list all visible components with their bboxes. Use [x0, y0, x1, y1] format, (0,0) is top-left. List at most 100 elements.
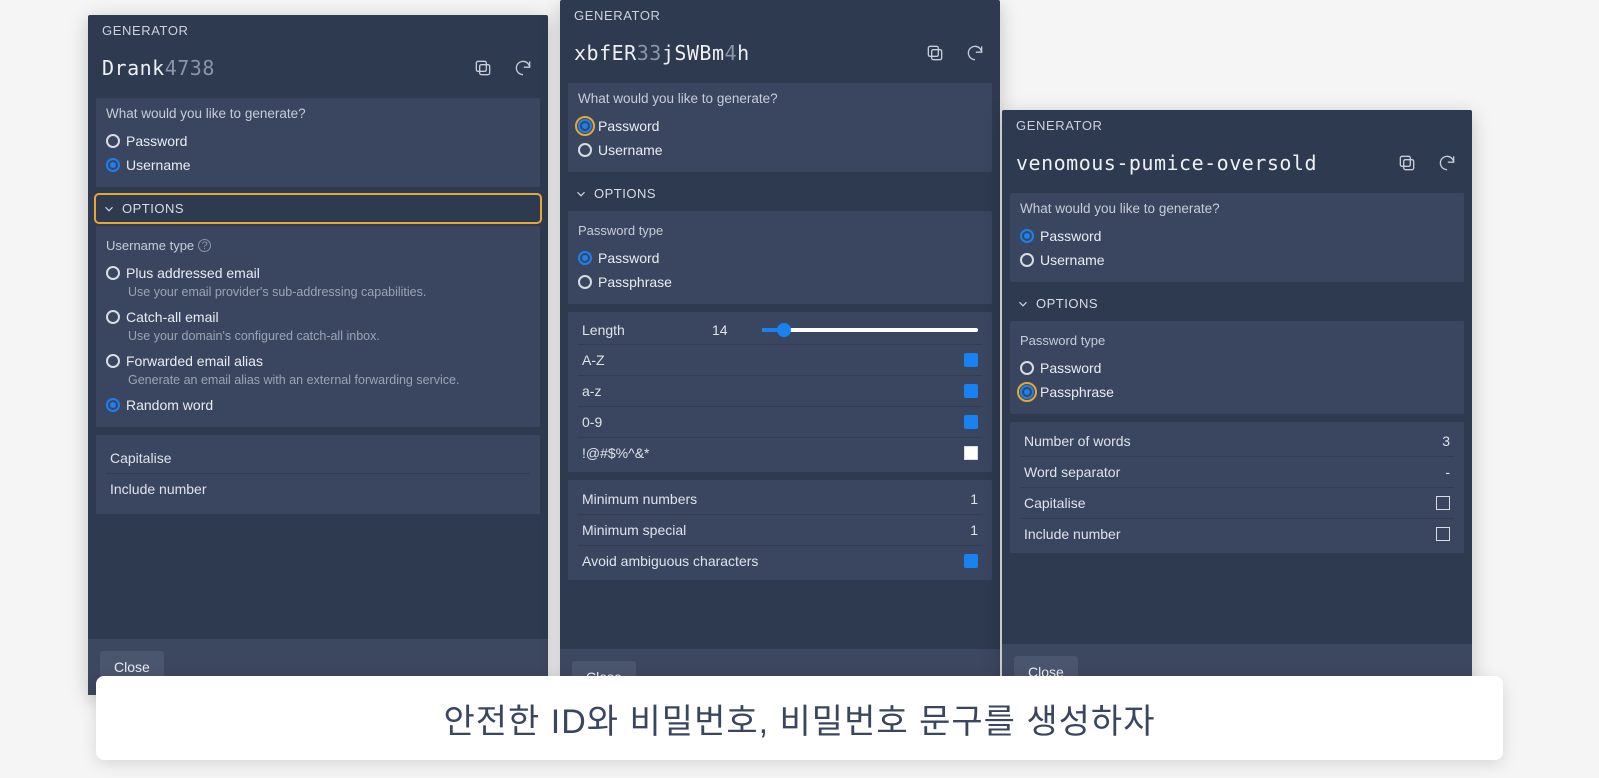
- radio-icon: [106, 354, 120, 368]
- radio-label: Username: [598, 142, 663, 158]
- radio-icon: [578, 251, 592, 265]
- generator-panel-password: GENERATOR xbfER33jSWBm4h What would you …: [560, 0, 1000, 705]
- radio-catchall[interactable]: Catch-all email: [106, 305, 530, 329]
- options-label: OPTIONS: [1036, 296, 1098, 311]
- prop-include-number[interactable]: Include number: [106, 474, 530, 504]
- separator-value: -: [1434, 464, 1450, 480]
- radio-icon: [1020, 253, 1034, 267]
- radio-username[interactable]: Username: [106, 153, 530, 177]
- charset-num[interactable]: 0-9: [578, 407, 982, 438]
- generated-row: xbfER33jSWBm4h: [560, 27, 1000, 83]
- radio-label: Forwarded email alias: [126, 353, 263, 369]
- generated-value: Drank4738: [102, 56, 215, 80]
- charset-upper[interactable]: A-Z: [578, 345, 982, 376]
- radio-plus-email[interactable]: Plus addressed email: [106, 261, 530, 285]
- radio-icon: [1020, 361, 1034, 375]
- generator-panel-passphrase: GENERATOR venomous-pumice-oversold What …: [1002, 110, 1472, 700]
- caption-text: 안전한 ID와 비밀번호, 비밀번호 문구를 생성하자: [444, 694, 1156, 743]
- radio-label: Password: [598, 118, 659, 134]
- capitalise-row[interactable]: Capitalise: [1020, 488, 1454, 519]
- radio-username[interactable]: Username: [578, 138, 982, 162]
- separator-row[interactable]: Word separator -: [1020, 457, 1454, 488]
- refresh-icon[interactable]: [964, 42, 986, 64]
- radio-label: Username: [1040, 252, 1105, 268]
- options-toggle[interactable]: OPTIONS: [568, 180, 992, 207]
- include-number-row[interactable]: Include number: [1020, 519, 1454, 549]
- copy-icon[interactable]: [472, 57, 494, 79]
- generated-row: venomous-pumice-oversold: [1002, 137, 1472, 193]
- password-type-label: Password type: [1020, 333, 1454, 348]
- charset-special[interactable]: !@#$%^&*: [578, 438, 982, 468]
- length-row[interactable]: Length 14: [578, 316, 982, 345]
- min-special-value: 1: [962, 522, 978, 538]
- checkbox-icon: [964, 446, 978, 460]
- radio-icon: [106, 134, 120, 148]
- radio-desc: Generate an email alias with an external…: [106, 373, 530, 393]
- checkbox-icon: [964, 353, 978, 367]
- copy-icon[interactable]: [1396, 152, 1418, 174]
- options-toggle[interactable]: OPTIONS: [1010, 290, 1464, 317]
- length-slider[interactable]: [762, 328, 978, 332]
- radio-forwarded[interactable]: Forwarded email alias: [106, 349, 530, 373]
- help-icon[interactable]: ?: [198, 239, 211, 252]
- panel-header: GENERATOR: [1002, 110, 1472, 137]
- radio-desc: Use your email provider's sub-addressing…: [106, 285, 530, 305]
- username-type-label: Username type ?: [106, 238, 530, 253]
- num-words-row[interactable]: Number of words 3: [1020, 426, 1454, 457]
- radio-label: Password: [1040, 228, 1101, 244]
- checkbox-edge: [526, 481, 530, 497]
- generated-value: venomous-pumice-oversold: [1016, 151, 1317, 175]
- question-label: What would you like to generate?: [578, 91, 982, 106]
- radio-label: Password: [598, 250, 659, 266]
- generated-value: xbfER33jSWBm4h: [574, 41, 750, 65]
- radio-icon: [578, 275, 592, 289]
- radio-username[interactable]: Username: [1020, 248, 1454, 272]
- generated-row: Drank4738: [88, 42, 548, 98]
- num-words-value: 3: [1434, 433, 1450, 449]
- password-type-section: Password type Password Passphrase: [1010, 321, 1464, 414]
- radio-icon: [578, 143, 592, 157]
- radio-icon: [106, 158, 120, 172]
- radio-label: Random word: [126, 397, 213, 413]
- radio-type-password[interactable]: Password: [1020, 356, 1454, 380]
- min-special[interactable]: Minimum special 1: [578, 515, 982, 546]
- radio-label: Catch-all email: [126, 309, 219, 325]
- length-value: 14: [712, 322, 742, 338]
- options-label: OPTIONS: [122, 201, 184, 216]
- radio-icon: [106, 398, 120, 412]
- radio-type-passphrase[interactable]: Passphrase: [1020, 380, 1454, 404]
- radio-type-password[interactable]: Password: [578, 246, 982, 270]
- checkbox-icon: [964, 384, 978, 398]
- radio-password[interactable]: Password: [106, 129, 530, 153]
- username-type-section: Username type ? Plus addressed email Use…: [96, 226, 540, 427]
- min-numbers[interactable]: Minimum numbers 1: [578, 484, 982, 515]
- radio-type-passphrase[interactable]: Passphrase: [578, 270, 982, 294]
- radio-icon: [106, 310, 120, 324]
- question-label: What would you like to generate?: [106, 106, 530, 121]
- radio-desc: Use your domain's configured catch-all i…: [106, 329, 530, 349]
- radio-icon: [1020, 229, 1034, 243]
- radio-password[interactable]: Password: [578, 114, 982, 138]
- radio-icon: [106, 266, 120, 280]
- question-label: What would you like to generate?: [1020, 201, 1454, 216]
- min-numbers-value: 1: [962, 491, 978, 507]
- radio-random-word[interactable]: Random word: [106, 393, 530, 417]
- checkbox-icon: [1436, 527, 1450, 541]
- password-type-section: Password type Password Passphrase: [568, 211, 992, 304]
- refresh-icon[interactable]: [1436, 152, 1458, 174]
- panel-header: GENERATOR: [88, 15, 548, 42]
- radio-label: Password: [126, 133, 187, 149]
- radio-label: Passphrase: [598, 274, 672, 290]
- radio-label: Username: [126, 157, 191, 173]
- copy-icon[interactable]: [924, 42, 946, 64]
- avoid-ambiguous[interactable]: Avoid ambiguous characters: [578, 546, 982, 576]
- options-toggle[interactable]: OPTIONS: [96, 195, 540, 222]
- refresh-icon[interactable]: [512, 57, 534, 79]
- prop-capitalise[interactable]: Capitalise: [106, 443, 530, 474]
- charset-lower[interactable]: a-z: [578, 376, 982, 407]
- caption-bar: 안전한 ID와 비밀번호, 비밀번호 문구를 생성하자: [96, 676, 1503, 760]
- generate-type-section: What would you like to generate? Passwor…: [568, 83, 992, 172]
- radio-password[interactable]: Password: [1020, 224, 1454, 248]
- panel-header: GENERATOR: [560, 0, 1000, 27]
- generate-type-section: What would you like to generate? Passwor…: [96, 98, 540, 187]
